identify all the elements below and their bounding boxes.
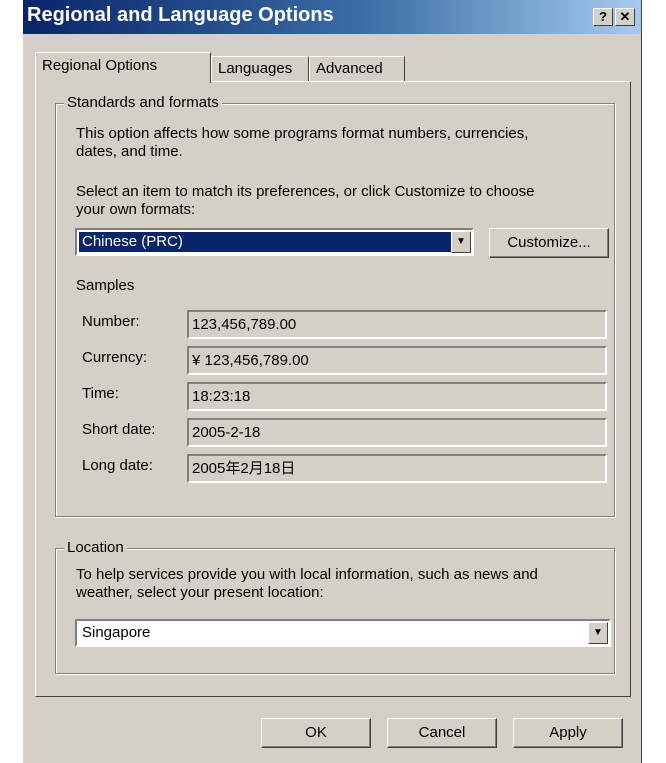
sample-label-currency: Currency: bbox=[82, 349, 148, 366]
location-description-line2: weather, select your present location: bbox=[76, 584, 324, 601]
tab-regional-options[interactable]: Regional Options bbox=[35, 52, 211, 83]
ok-button[interactable]: OK bbox=[261, 718, 371, 748]
help-icon: ? bbox=[599, 9, 607, 24]
dialog-window: Regional and Language Options ? ✕ Region… bbox=[22, 0, 642, 763]
sample-label-long-date: Long date: bbox=[82, 457, 153, 474]
standards-description-line1: This option affects how some programs fo… bbox=[76, 125, 529, 142]
cancel-button[interactable]: Cancel bbox=[387, 718, 497, 748]
standards-group: Standards and formats This option affect… bbox=[55, 94, 615, 517]
customize-button[interactable]: Customize... bbox=[489, 228, 609, 258]
format-dropdown-value: Chinese (PRC) bbox=[79, 232, 452, 252]
tab-languages[interactable]: Languages bbox=[211, 56, 309, 82]
sample-label-number: Number: bbox=[82, 313, 140, 330]
format-dropdown-button[interactable]: ▼ bbox=[451, 231, 471, 253]
sample-value-time: 18:23:18 bbox=[187, 382, 607, 411]
standards-description-line2: dates, and time. bbox=[76, 143, 183, 160]
sample-value-long-date: 2005年2月18日 bbox=[187, 454, 607, 483]
sample-value-currency: ¥ 123,456,789.00 bbox=[187, 346, 607, 375]
ok-button-label: OK bbox=[305, 724, 327, 741]
location-group-title: Location bbox=[64, 539, 127, 556]
location-group: Location To help services provide you wi… bbox=[55, 539, 615, 674]
sample-label-short-date: Short date: bbox=[82, 421, 156, 438]
chevron-down-icon: ▼ bbox=[593, 627, 603, 638]
tab-label: Advanced bbox=[316, 60, 383, 77]
tab-panel: Standards and formats This option affect… bbox=[35, 81, 631, 697]
location-dropdown[interactable]: Singapore ▼ bbox=[75, 619, 611, 647]
title-bar[interactable]: Regional and Language Options ? ✕ bbox=[23, 0, 641, 34]
close-button[interactable]: ✕ bbox=[615, 8, 635, 26]
sample-label-time: Time: bbox=[82, 385, 119, 402]
customize-button-label: Customize... bbox=[507, 234, 591, 251]
location-dropdown-button[interactable]: ▼ bbox=[588, 622, 608, 644]
help-button[interactable]: ? bbox=[593, 8, 613, 26]
apply-button[interactable]: Apply bbox=[513, 718, 623, 748]
tab-advanced[interactable]: Advanced bbox=[309, 56, 405, 82]
window-title: Regional and Language Options bbox=[27, 4, 334, 26]
sample-value-short-date: 2005-2-18 bbox=[187, 418, 607, 447]
tab-label: Regional Options bbox=[42, 57, 158, 74]
select-instruction-line2: your own formats: bbox=[76, 201, 196, 218]
select-instruction-line1: Select an item to match its preferences,… bbox=[76, 183, 535, 200]
close-icon: ✕ bbox=[619, 9, 631, 24]
cancel-button-label: Cancel bbox=[418, 724, 466, 741]
format-dropdown[interactable]: Chinese (PRC) ▼ bbox=[75, 228, 474, 256]
location-dropdown-value: Singapore bbox=[82, 624, 151, 641]
chevron-down-icon: ▼ bbox=[456, 236, 466, 247]
sample-value-number: 123,456,789.00 bbox=[187, 310, 607, 339]
standards-group-title: Standards and formats bbox=[64, 94, 222, 111]
samples-heading: Samples bbox=[76, 277, 135, 294]
tab-label: Languages bbox=[218, 60, 293, 77]
location-description-line1: To help services provide you with local … bbox=[76, 566, 538, 583]
apply-button-label: Apply bbox=[549, 724, 587, 741]
